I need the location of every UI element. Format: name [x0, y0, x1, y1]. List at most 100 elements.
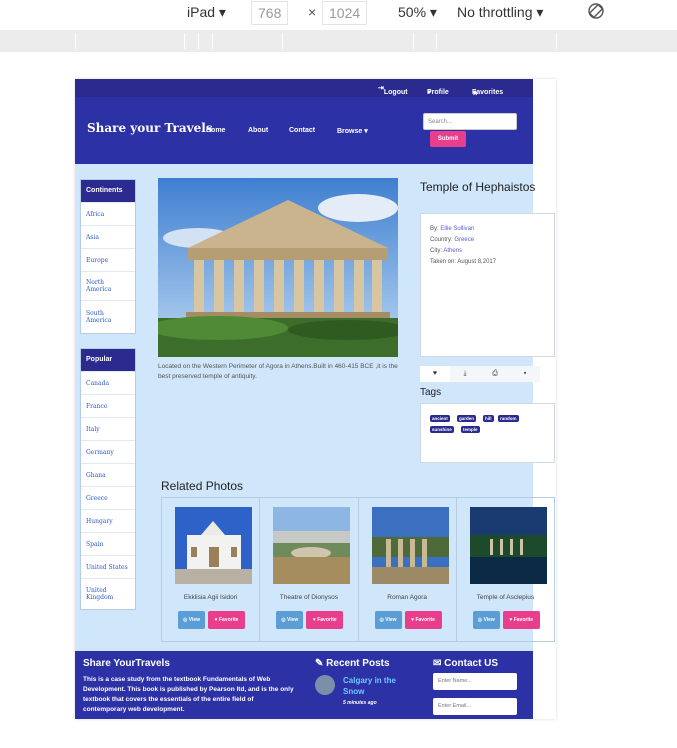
favorite-label: Favorite: [317, 617, 337, 623]
continents-box: Continents Africa Asia Europe North Amer…: [80, 179, 136, 334]
post-time: 5 minutes ago: [343, 700, 377, 706]
popular-greece[interactable]: Greece: [81, 486, 135, 509]
heart-icon[interactable]: ♥: [420, 366, 450, 382]
view-label: View: [483, 617, 495, 623]
author-link[interactable]: Ellie Sullivan: [440, 226, 474, 232]
taken-date: August 8,2017: [457, 259, 497, 265]
tag-item[interactable]: garden: [457, 415, 477, 422]
continent-africa[interactable]: Africa: [81, 202, 135, 225]
favorite-button[interactable]: ♥ Favorite: [404, 611, 442, 629]
main-photo[interactable]: [158, 178, 398, 357]
zoom-label: 50%: [398, 4, 427, 20]
media-query-ruler[interactable]: [0, 30, 677, 52]
name-field[interactable]: Enter Name...: [433, 673, 517, 690]
tag-item[interactable]: random: [498, 415, 519, 422]
footer: Share YourTravels This is a case study f…: [75, 651, 533, 719]
by-label: By:: [430, 226, 439, 232]
emulated-page: ⇥ Logout ● Profile ★ Favorites Share you…: [75, 79, 556, 719]
nav-contact[interactable]: Contact: [289, 127, 315, 134]
tag-item[interactable]: temple: [461, 426, 480, 433]
email-field[interactable]: Enter Email...: [433, 698, 517, 715]
related-card: Ekklisia Agii Isidori ◎ View ♥ Favorite: [162, 498, 261, 641]
related-photo[interactable]: [175, 507, 252, 584]
favorite-label: Favorite: [415, 617, 435, 623]
profile-label: Profile: [427, 89, 449, 96]
popular-italy[interactable]: Italy: [81, 417, 135, 440]
popular-hungary[interactable]: Hungary: [81, 509, 135, 532]
country-row: Country: Greece: [430, 235, 496, 246]
nav-about[interactable]: About: [248, 127, 268, 134]
recent-posts-label: Recent Posts: [326, 658, 390, 669]
popular-france[interactable]: France: [81, 394, 135, 417]
popular-box: Popular Canada France Italy Germany Ghan…: [80, 348, 136, 610]
popular-united-kingdom[interactable]: United Kingdom: [81, 578, 135, 609]
continent-asia[interactable]: Asia: [81, 225, 135, 248]
view-button[interactable]: ◎ View: [472, 611, 500, 629]
popular-germany[interactable]: Germany: [81, 440, 135, 463]
country-label: Country:: [430, 237, 453, 243]
related-photo[interactable]: [469, 507, 547, 584]
throttle-select[interactable]: No throttling ▾: [457, 4, 543, 21]
related-caption: Temple of Asclepius: [476, 594, 535, 601]
view-button[interactable]: ◎ View: [276, 611, 304, 629]
related-photos: Ekklisia Agii Isidori ◎ View ♥ Favorite …: [161, 497, 555, 642]
popular-canada[interactable]: Canada: [81, 371, 135, 394]
nav-home[interactable]: Home: [206, 127, 225, 134]
popular-united-states[interactable]: United States: [81, 555, 135, 578]
zoom-select[interactable]: 50% ▾: [398, 4, 437, 21]
post-thumbnail: [315, 675, 335, 695]
post-title[interactable]: Calgary in the Snow: [343, 675, 415, 697]
related-caption: Roman Agora: [387, 594, 427, 601]
city-row: City: Athens: [430, 246, 496, 257]
author-row: By: Ellie Sullivan: [430, 224, 496, 235]
related-photo[interactable]: [273, 507, 351, 584]
tag-item[interactable]: sunshine: [430, 426, 454, 433]
favorite-button[interactable]: ♥ Favorite: [306, 611, 344, 629]
favorite-button[interactable]: ♥ Favorite: [208, 611, 245, 629]
nav-browse[interactable]: Browse ▾: [337, 127, 368, 135]
tag-item[interactable]: ancient: [430, 415, 450, 422]
download-icon[interactable]: ⤓: [450, 366, 480, 382]
tag-item[interactable]: hill: [483, 415, 494, 422]
related-photo[interactable]: [371, 507, 449, 584]
caret-down-icon: ▾: [364, 128, 368, 135]
country-link[interactable]: Greece: [454, 237, 474, 243]
search-input[interactable]: Search...: [423, 113, 517, 130]
popular-ghana[interactable]: Ghana: [81, 463, 135, 486]
height-input[interactable]: 1024: [322, 1, 368, 25]
photo-caption: Located on the Western Perimeter of Agor…: [158, 363, 398, 380]
tags-title: Tags: [420, 387, 442, 398]
city-link[interactable]: Athens: [443, 248, 462, 254]
popular-title: Popular: [81, 349, 135, 371]
comment-icon[interactable]: ▪: [510, 366, 540, 382]
footer-about-text: This is a case study from the textbook F…: [83, 676, 294, 713]
popular-spain[interactable]: Spain: [81, 532, 135, 555]
brand-logo[interactable]: Share your Travels: [87, 121, 213, 135]
favorites-label: Favorites: [472, 89, 504, 96]
related-caption: Ekklisia Agii Isidori: [183, 594, 238, 601]
submit-button[interactable]: Submit: [430, 131, 466, 147]
logout-link[interactable]: ⇥ Logout: [378, 84, 408, 96]
view-button[interactable]: ◎ View: [178, 611, 205, 629]
view-button[interactable]: ◎ View: [374, 611, 402, 629]
width-input[interactable]: 768: [251, 1, 289, 25]
top-bar: ⇥ Logout ● Profile ★ Favorites: [75, 79, 533, 97]
continent-europe[interactable]: Europe: [81, 248, 135, 271]
continent-north-america[interactable]: North America: [81, 271, 135, 300]
photo-actions: ♥ ⤓ ⎙ ▪: [420, 366, 540, 382]
view-label: View: [286, 617, 299, 623]
device-toolbar: iPad ▾ 768 × 1024 50% ▾ No throttling ▾: [0, 0, 677, 30]
print-icon[interactable]: ⎙: [480, 366, 510, 382]
favorite-button[interactable]: ♥ Favorite: [502, 611, 540, 629]
related-card: Temple of Asclepius ◎ View ♥ Favorite: [457, 498, 554, 641]
footer-about-title: Share YourTravels: [83, 658, 170, 669]
continent-south-america[interactable]: South America: [81, 300, 135, 333]
date-row: Taken on: August 8,2017: [430, 257, 496, 268]
rotate-icon[interactable]: [587, 2, 605, 23]
logout-label: Logout: [383, 89, 408, 96]
view-label: View: [188, 617, 201, 623]
nav-browse-label: Browse: [337, 128, 363, 135]
city-label: City:: [430, 248, 442, 254]
device-select[interactable]: iPad ▾: [187, 4, 226, 21]
related-card: Roman Agora ◎ View ♥ Favorite: [359, 498, 457, 641]
